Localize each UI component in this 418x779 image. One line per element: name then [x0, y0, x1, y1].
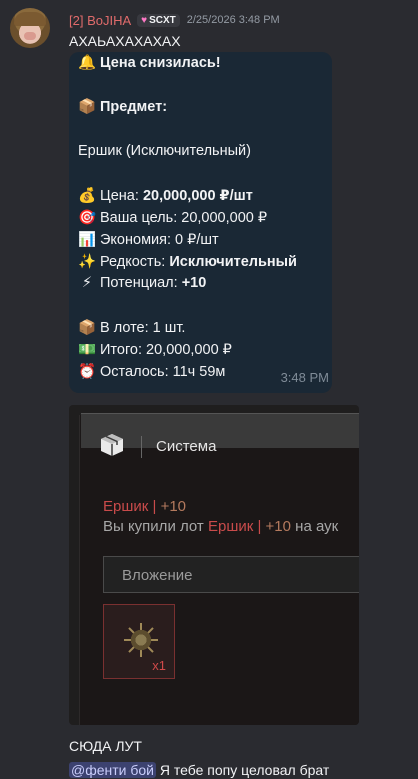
package-icon: 📦 [78, 320, 97, 336]
snout-shape [24, 32, 36, 40]
bubble-line-target: 🎯 Ваша цель: 20,000,000 ₽ [78, 210, 268, 226]
bubble-line-alert: 🔔 Цена снизилась! [78, 55, 221, 71]
chart-icon: 📊 [78, 232, 97, 248]
heart-icon: ♥ [141, 14, 148, 26]
box-icon [101, 434, 123, 456]
header-divider [141, 436, 142, 458]
bubble-line-rarity: ✨ Редкость: Исключительный [78, 254, 297, 270]
bubble-line-potential: ⚡ Потенциал: +10 [78, 275, 206, 291]
message-text-loot: СЮДА ЛУТ [69, 738, 142, 754]
purchased-item-line: Ершик | +10 [103, 498, 187, 515]
brush-item-icon [128, 627, 154, 653]
bubble-line-remaining: ⏰ Осталось: 11ч 59м [78, 364, 226, 380]
hat-shape [14, 12, 46, 26]
sparkles-icon: ✨ [78, 254, 97, 270]
tag-label: SCXT [149, 14, 176, 26]
user-mention[interactable]: @фенти бой [69, 762, 156, 778]
message-header: [2] BoJIHA ♥ SCXT 2/25/2026 3:48 PM [69, 12, 280, 28]
attachment-label: Вложение [122, 567, 193, 584]
system-title: Система [156, 438, 217, 455]
user-avatar[interactable] [10, 8, 50, 48]
alarm-clock-icon: ⏰ [78, 364, 97, 380]
notification-bubble: 🔔 Цена снизилась! 📦 Предмет: Ершик (Исключ… [69, 52, 332, 393]
item-quantity: x1 [152, 658, 166, 673]
server-tag[interactable]: ♥ SCXT [137, 13, 180, 27]
bubble-line-lot-count: 📦 В лоте: 1 шт. [78, 320, 186, 336]
message-text-reply: @фенти бой Я тебе попу целовал брат [69, 762, 330, 778]
money-bag-icon: 💰 [78, 188, 97, 204]
bubble-line-item-name: Ершик (Исключительный) [78, 143, 251, 159]
package-icon: 📦 [78, 99, 97, 115]
bubble-line-savings: 📊 Экономия: 0 ₽/шт [78, 232, 219, 248]
bubble-line-price: 💰 Цена: 20,000,000 ₽/шт [78, 188, 253, 204]
bell-icon: 🔔 [78, 55, 97, 71]
banknote-icon: 💵 [78, 342, 97, 358]
purchase-message: Вы купили лот Ершик | +10 на аук [103, 518, 339, 535]
bubble-line-item-header: 📦 Предмет: [78, 99, 168, 115]
lightning-icon: ⚡ [81, 275, 93, 291]
bubble-time: 3:48 PM [280, 370, 329, 385]
message-text: АХАЬАХАХАХАХ [69, 33, 181, 49]
item-slot: x1 [103, 604, 175, 679]
message-timestamp: 2/25/2026 3:48 PM [186, 14, 280, 26]
bubble-line-total: 💵 Итого: 20,000,000 ₽ [78, 342, 232, 358]
username[interactable]: [2] BoJIHA [69, 13, 131, 28]
target-icon: 🎯 [78, 210, 97, 226]
